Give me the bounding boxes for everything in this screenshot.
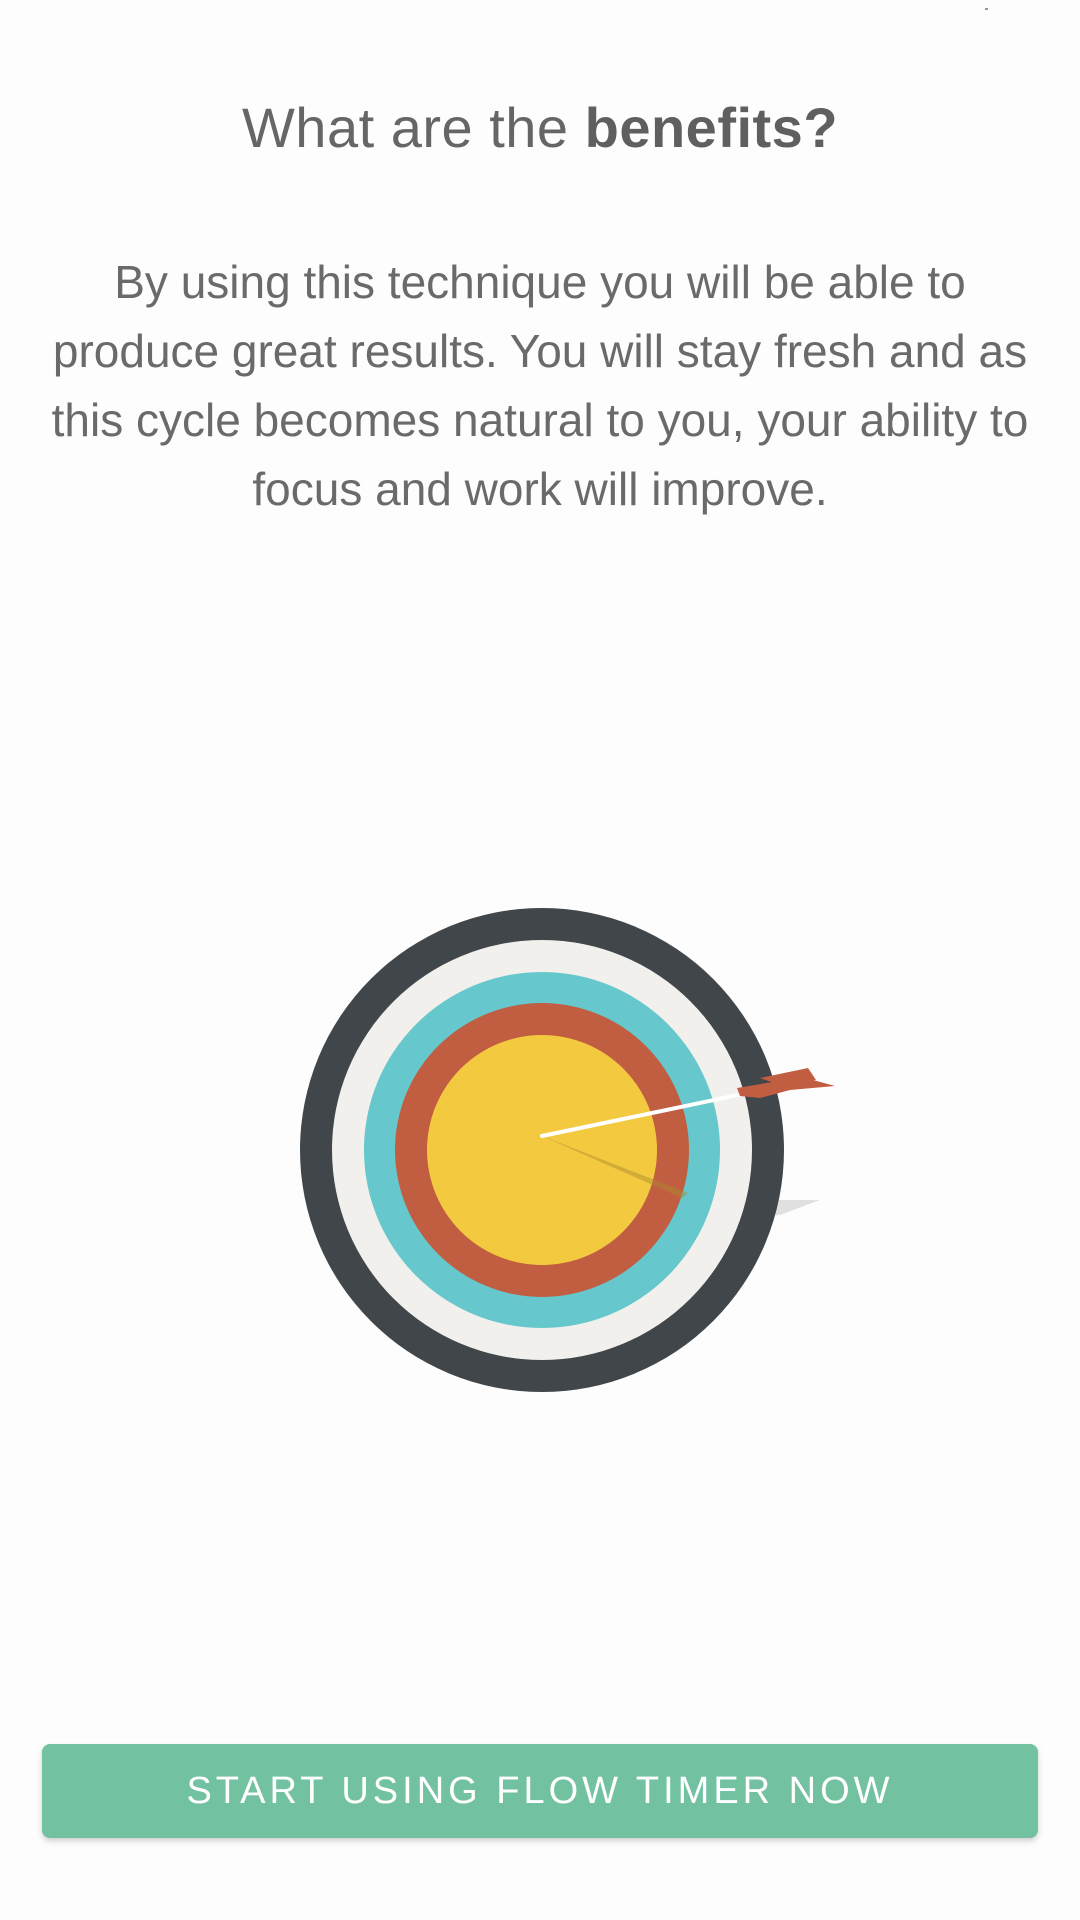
target-bullseye	[427, 1035, 657, 1265]
start-flow-timer-button[interactable]: START USING FLOW TIMER NOW	[42, 1744, 1038, 1838]
description-text: By using this technique you will be able…	[51, 256, 1029, 515]
page-title-prefix: What are the	[241, 96, 585, 159]
target-with-arrow-icon	[300, 908, 835, 1392]
benefits-screen: What are the benefits? By using this tec…	[0, 0, 1080, 1920]
page-title: What are the benefits?	[0, 92, 1080, 164]
page-title-emphasis: benefits?	[584, 96, 839, 159]
status-dot	[985, 8, 988, 10]
